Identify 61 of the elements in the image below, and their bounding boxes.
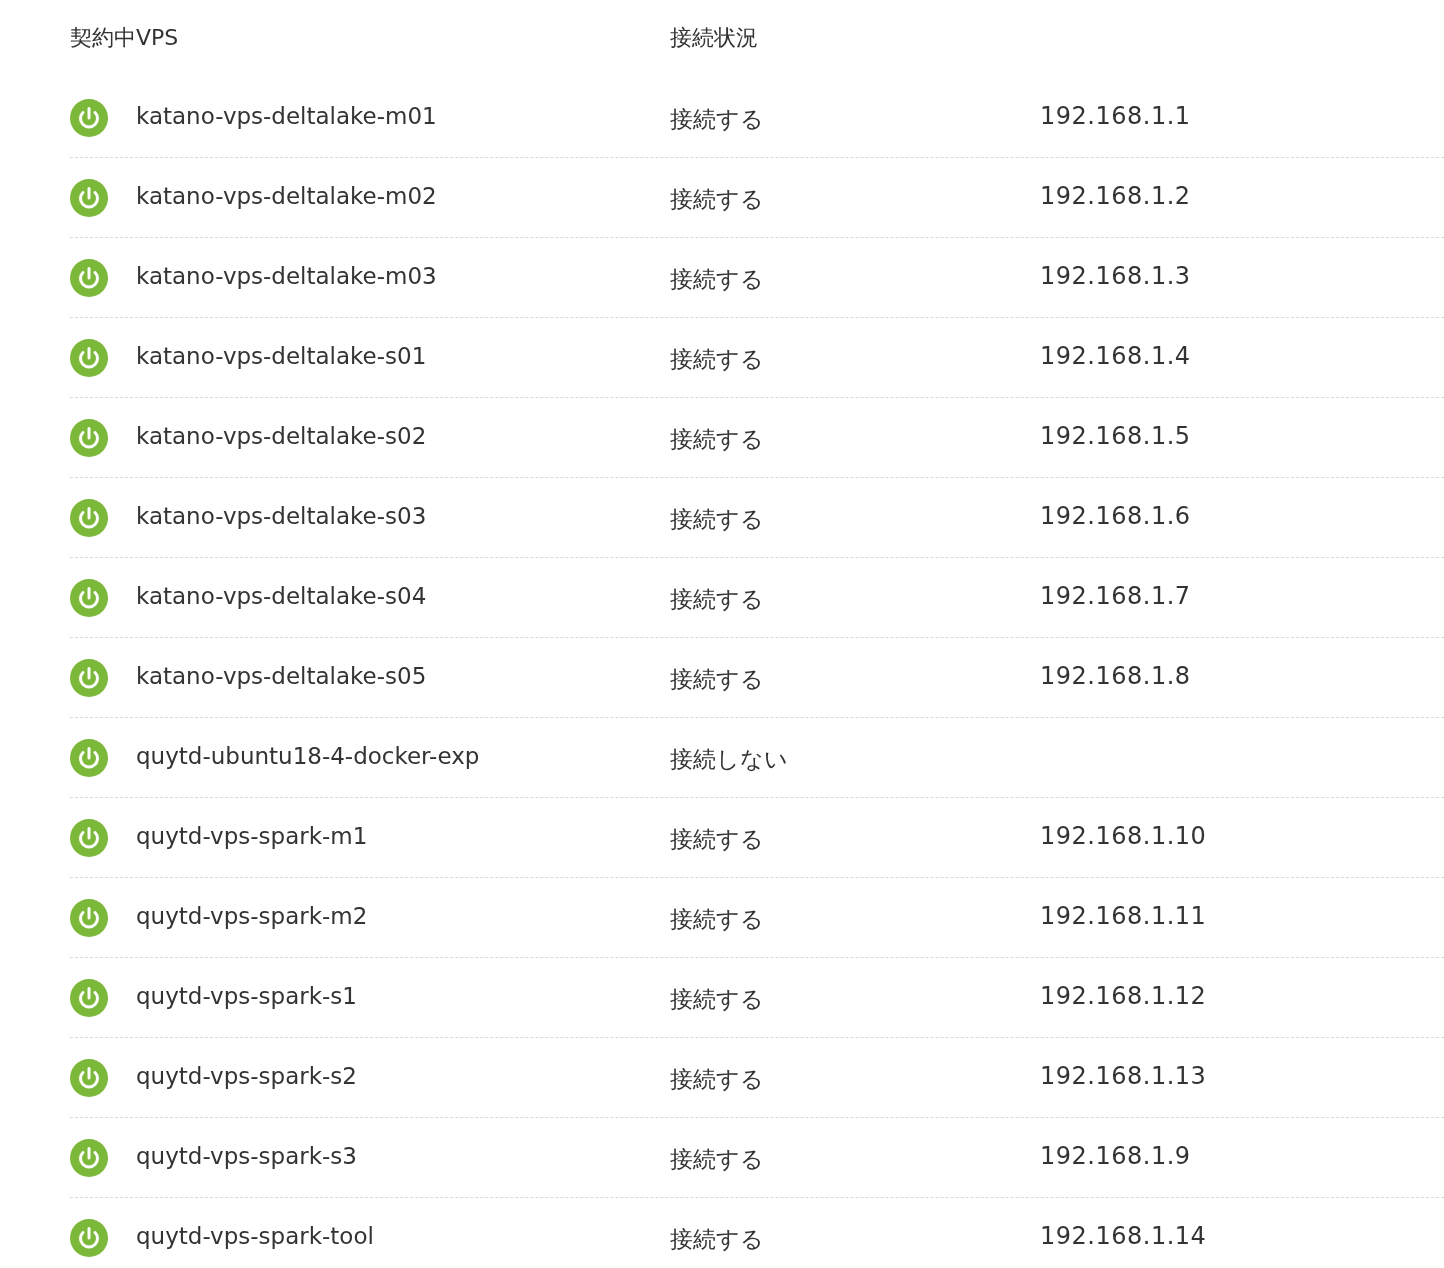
server-name: quytd-vps-spark-s1	[136, 982, 357, 1009]
ip-address: 192.168.1.13	[1040, 1061, 1207, 1090]
power-icon	[70, 738, 108, 777]
server-name: katano-vps-deltalake-m01	[136, 102, 437, 129]
server-name: katano-vps-deltalake-s01	[136, 342, 427, 369]
ip-address: 192.168.1.1	[1040, 101, 1191, 130]
ip-address: 192.168.1.5	[1040, 421, 1191, 450]
power-icon	[70, 178, 108, 217]
ip-address: 192.168.1.4	[1040, 341, 1191, 370]
ip-address: 192.168.1.10	[1040, 821, 1207, 850]
ip-address: 192.168.1.11	[1040, 901, 1207, 930]
ip-address: 192.168.1.14	[1040, 1221, 1207, 1250]
connection-status: 接続する	[670, 985, 764, 1014]
connection-status: 接続する	[670, 265, 764, 294]
server-name: quytd-vps-spark-m1	[136, 822, 368, 849]
connection-status: 接続する	[670, 1145, 764, 1174]
server-name: quytd-vps-spark-m2	[136, 902, 368, 929]
power-icon	[70, 978, 108, 1017]
power-icon	[70, 578, 108, 617]
power-icon	[70, 418, 108, 457]
ip-address: 192.168.1.8	[1040, 661, 1191, 690]
connection-status: 接続する	[670, 345, 764, 374]
ip-address: 192.168.1.2	[1040, 181, 1191, 210]
server-name: katano-vps-deltalake-s04	[136, 582, 427, 609]
ip-address: 192.168.1.12	[1040, 981, 1207, 1010]
connection-status: 接続する	[670, 585, 764, 614]
column-header: 契約中VPS	[70, 24, 179, 52]
ip-address: 192.168.1.9	[1040, 1141, 1191, 1170]
connection-status: 接続する	[670, 1065, 764, 1094]
power-icon	[70, 1218, 108, 1257]
power-icon	[70, 258, 108, 297]
ip-address: 192.168.1.7	[1040, 581, 1191, 610]
connection-status: 接続する	[670, 105, 764, 134]
power-icon	[70, 658, 108, 697]
server-name: quytd-vps-spark-tool	[136, 1222, 374, 1249]
server-name: katano-vps-deltalake-s02	[136, 422, 427, 449]
power-icon	[70, 898, 108, 937]
server-name: quytd-ubuntu18-4-docker-exp	[136, 742, 480, 769]
power-icon	[70, 498, 108, 537]
ip-address: 192.168.1.3	[1040, 261, 1191, 290]
server-name: katano-vps-deltalake-s05	[136, 662, 427, 689]
ip-address: 192.168.1.6	[1040, 501, 1191, 530]
server-name: katano-vps-deltalake-m02	[136, 182, 437, 209]
power-icon	[70, 1138, 108, 1177]
server-name: katano-vps-deltalake-m03	[136, 262, 437, 289]
power-icon	[70, 818, 108, 857]
connection-status: 接続しない	[670, 745, 788, 774]
connection-status: 接続する	[670, 1225, 764, 1254]
power-icon	[70, 1058, 108, 1097]
connection-status: 接続する	[670, 505, 764, 534]
connection-status: 接続する	[670, 425, 764, 454]
server-name: quytd-vps-spark-s2	[136, 1062, 357, 1089]
connection-status: 接続する	[670, 185, 764, 214]
power-icon	[70, 338, 108, 377]
connection-status: 接続する	[670, 825, 764, 854]
server-name: quytd-vps-spark-s3	[136, 1142, 357, 1169]
connection-status: 接続する	[670, 905, 764, 934]
column-header: 接続状況	[670, 24, 758, 52]
power-icon	[70, 98, 108, 137]
connection-status: 接続する	[670, 665, 764, 694]
server-name: katano-vps-deltalake-s03	[136, 502, 427, 529]
